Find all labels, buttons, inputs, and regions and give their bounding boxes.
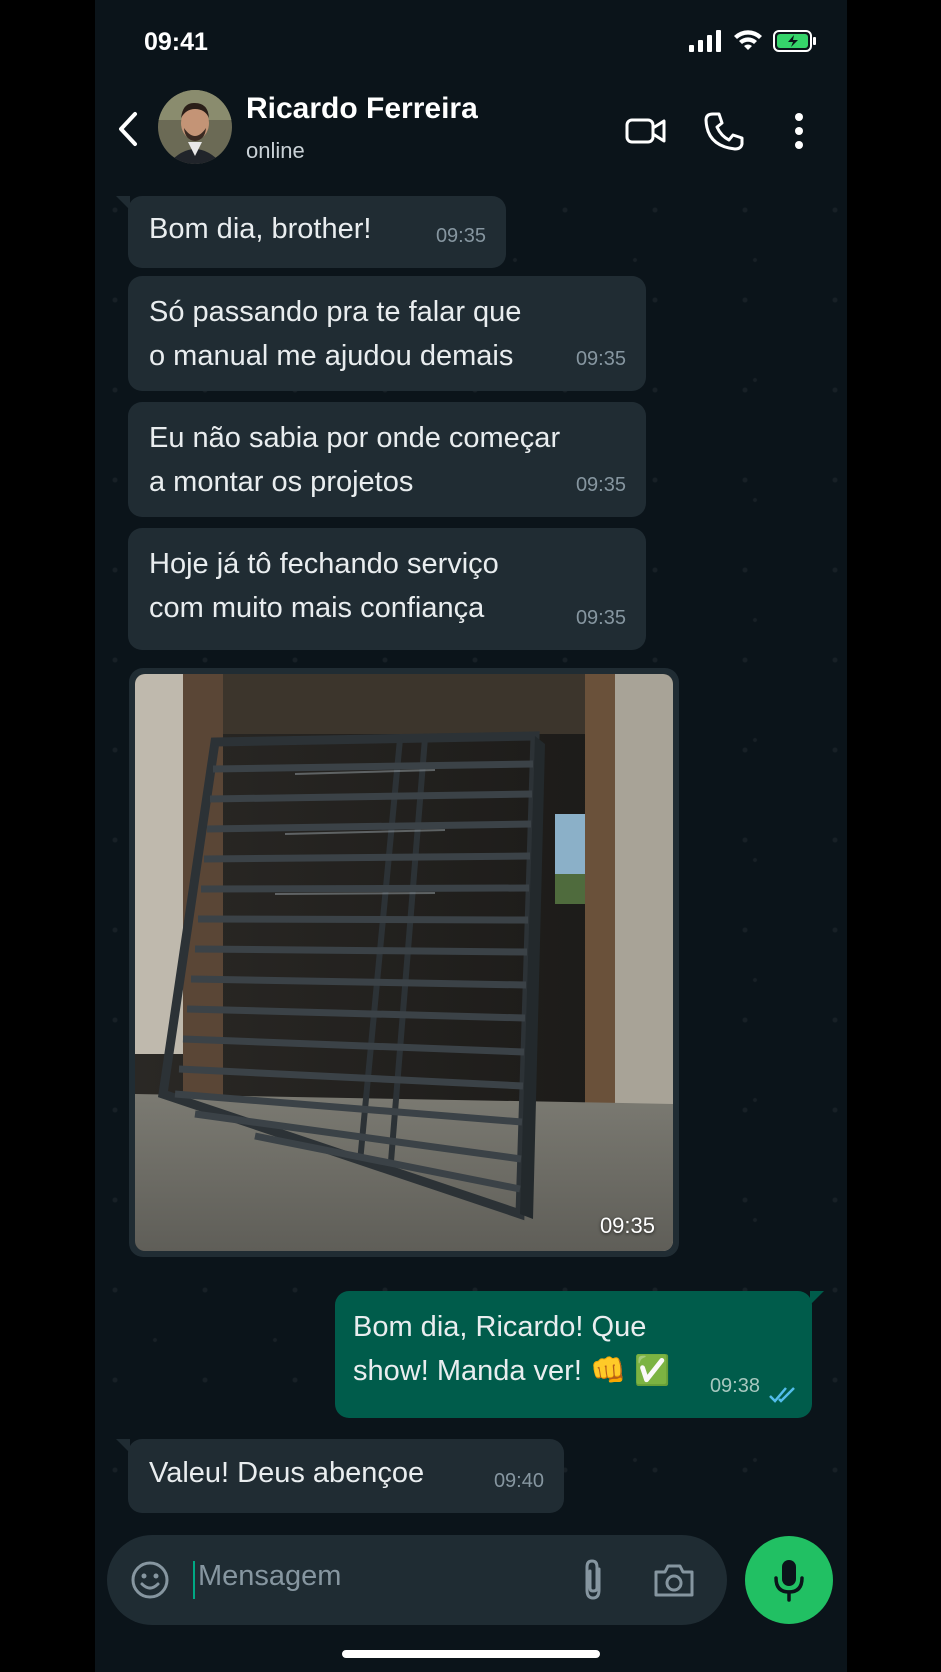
read-ticks-icon: [769, 1387, 795, 1403]
camera-icon[interactable]: [652, 1559, 696, 1601]
bubble-tail: [810, 1291, 824, 1305]
attach-icon[interactable]: [573, 1557, 613, 1603]
chat-header: Ricardo Ferreira online: [95, 86, 847, 178]
status-bar: 09:41: [95, 0, 847, 80]
message-time: 09:35: [599, 1213, 655, 1238]
wifi-icon: [734, 30, 762, 50]
message-time: 09:35: [435, 225, 486, 247]
message-text: Hoje já tô fechando serviço com muito ma…: [149, 548, 499, 624]
message-outgoing[interactable]: Bom dia, Ricardo! Que show! Manda ver! 👊…: [335, 1291, 812, 1418]
message-incoming[interactable]: Hoje já tô fechando serviço com muito ma…: [128, 528, 646, 650]
message-time: 09:40: [493, 1470, 544, 1492]
message-composer: Mensagem: [107, 1535, 727, 1625]
message-input[interactable]: Mensagem: [198, 1560, 341, 1593]
message-text: Bom dia, brother!: [149, 213, 372, 245]
message-time: 09:38: [709, 1375, 760, 1397]
message-time: 09:35: [575, 348, 626, 370]
text-caret: [193, 1561, 195, 1599]
message-text: Eu não sabia por onde começar a montar o…: [149, 422, 561, 498]
message-text: Bom dia, Ricardo! Que show! Manda ver! 👊…: [353, 1311, 671, 1387]
bubble-tail: [116, 1439, 130, 1453]
back-arrow-icon[interactable]: [111, 108, 147, 150]
status-icons: [689, 30, 817, 52]
signal-icon: [689, 30, 721, 52]
contact-name[interactable]: Ricardo Ferreira: [246, 92, 478, 126]
message-incoming[interactable]: Eu não sabia por onde começar a montar o…: [128, 402, 646, 517]
video-call-icon[interactable]: [623, 108, 669, 154]
message-incoming[interactable]: Só passando pra te falar que o manual me…: [128, 276, 646, 391]
message-image[interactable]: 09:35: [129, 668, 679, 1257]
message-incoming[interactable]: Valeu! Deus abençoe 09:40: [128, 1439, 564, 1513]
gate-photo[interactable]: [135, 674, 673, 1251]
status-time: 09:41: [144, 28, 208, 56]
emoji-icon[interactable]: [129, 1559, 171, 1601]
phone-icon[interactable]: [701, 108, 747, 154]
message-time: 09:35: [575, 607, 626, 629]
mic-icon: [774, 1560, 804, 1602]
phone-screen: 09:41 Ricardo Ferreira online Bom dia, b…: [95, 0, 847, 1672]
avatar[interactable]: [158, 90, 232, 164]
contact-presence: online: [246, 138, 305, 163]
mic-button[interactable]: [745, 1536, 833, 1624]
home-indicator[interactable]: [342, 1650, 600, 1658]
bubble-tail: [116, 196, 130, 210]
message-text: Só passando pra te falar que o manual me…: [149, 296, 522, 372]
message-text: Valeu! Deus abençoe: [149, 1457, 425, 1489]
more-options-icon[interactable]: [776, 108, 822, 154]
battery-icon: [773, 30, 816, 52]
message-incoming[interactable]: Bom dia, brother! 09:35: [128, 196, 506, 268]
message-time: 09:35: [575, 474, 626, 496]
